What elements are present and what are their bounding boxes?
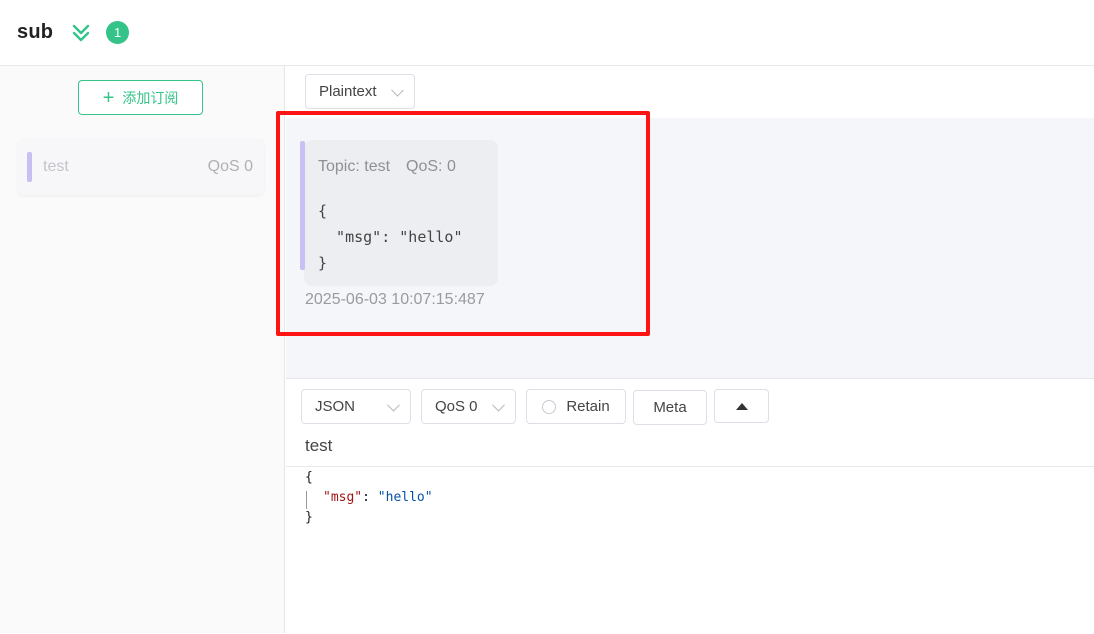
subscription-item-test[interactable]: test QoS 0 xyxy=(18,139,264,195)
message-list: Topic: test QoS: 0 { "msg": "hello"} 2025… xyxy=(286,118,1094,378)
chevron-down-icon xyxy=(492,398,505,412)
payload-editor[interactable]: { "msg": "hello" } xyxy=(286,467,1094,634)
publish-qos-value: QoS 0 xyxy=(435,398,478,415)
json-colon: : xyxy=(362,490,378,505)
double-chevron-down-icon[interactable] xyxy=(70,22,92,44)
connection-name: sub xyxy=(17,21,54,43)
add-subscription-button[interactable]: + 添加订阅 xyxy=(78,80,203,115)
message-format-value: Plaintext xyxy=(319,83,377,100)
retain-checkbox[interactable]: Retain xyxy=(526,389,626,424)
message-meta: Topic: test QoS: 0 xyxy=(318,158,456,176)
retain-radio-icon xyxy=(542,399,557,414)
message-color-bar xyxy=(300,141,305,270)
chevron-down-icon xyxy=(387,398,400,412)
message-payload: { "msg": "hello"} xyxy=(318,198,463,276)
meta-label: Meta xyxy=(653,399,687,416)
payload-line: { xyxy=(318,202,328,220)
publish-qos-select[interactable]: QoS 0 xyxy=(421,389,516,424)
editor-line: } xyxy=(305,510,313,525)
message-toolbar: Plaintext xyxy=(286,66,1094,118)
json-value: "hello" xyxy=(377,490,433,505)
subscription-sidebar: + 添加订阅 test QoS 0 xyxy=(0,66,285,633)
plus-icon: + xyxy=(102,86,115,109)
add-subscription-label: 添加订阅 xyxy=(122,89,179,106)
message-bubble[interactable]: Topic: test QoS: 0 { "msg": "hello"} xyxy=(300,140,498,286)
meta-button[interactable]: Meta xyxy=(633,390,707,425)
payload-line: "msg": "hello" xyxy=(318,228,463,246)
message-format-select[interactable]: Plaintext xyxy=(305,74,415,109)
message-topic: Topic: test xyxy=(318,158,391,175)
subscription-topic: test xyxy=(43,158,69,175)
subscription-qos: QoS 0 xyxy=(207,158,253,175)
payload-format-select[interactable]: JSON xyxy=(301,389,411,424)
message-timestamp: 2025-06-03 10:07:15:487 xyxy=(305,291,485,308)
chevron-down-icon xyxy=(391,83,404,97)
connection-header: sub 1 xyxy=(0,0,1094,66)
payload-format-value: JSON xyxy=(315,398,356,415)
publish-panel: JSON QoS 0 Retain Meta test { "msg": "he… xyxy=(286,378,1094,634)
subscription-count-badge: 1 xyxy=(106,21,130,44)
editor-line: "msg": "hello" xyxy=(323,487,433,509)
expand-publish-button[interactable] xyxy=(714,389,769,423)
caret-up-icon xyxy=(735,402,748,410)
message-qos: QoS: 0 xyxy=(406,158,456,175)
retain-label: Retain xyxy=(566,398,610,415)
publish-topic-input[interactable]: test xyxy=(305,436,332,456)
payload-line: } xyxy=(318,254,328,272)
json-key: "msg" xyxy=(323,490,363,505)
editor-line: { xyxy=(305,470,313,485)
subscription-color-bar xyxy=(27,152,32,182)
